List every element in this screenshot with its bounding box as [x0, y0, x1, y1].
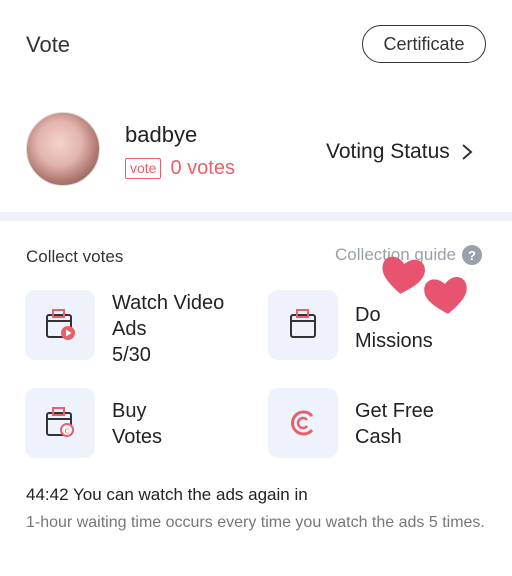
voting-status-link[interactable]: Voting Status: [326, 140, 474, 164]
video-ad-icon: [25, 290, 95, 360]
watch-video-ads-button[interactable]: Watch Video Ads 5/30: [25, 290, 252, 368]
certificate-button[interactable]: Certificate: [362, 25, 486, 63]
avatar: [26, 112, 100, 186]
collect-votes-header: Collect votes Collection guide ?: [0, 240, 512, 270]
vote-count-row: vote 0 votes: [125, 157, 235, 180]
collect-votes-title: Collect votes: [26, 247, 124, 266]
ad-timer-text: 44:42 You can watch the ads again in: [26, 485, 308, 504]
card-label: Do Missions: [355, 304, 433, 352]
question-icon: ?: [462, 245, 482, 265]
collection-guide-link[interactable]: Collection guide ?: [335, 245, 482, 265]
waiting-time-note: 1-hour waiting time occurs every time yo…: [26, 514, 485, 531]
buy-votes-icon: c: [25, 388, 95, 458]
profile-section: badbye vote 0 votes Voting Status: [0, 100, 512, 208]
section-divider: [0, 212, 512, 221]
card-label: Buy Votes: [112, 400, 163, 448]
vote-count: 0 votes: [170, 157, 235, 179]
card-label: Get Free Cash: [355, 400, 434, 448]
vote-badge: vote: [125, 158, 162, 179]
buy-votes-button[interactable]: c Buy Votes: [25, 388, 192, 458]
get-free-cash-button[interactable]: Get Free Cash: [268, 388, 465, 458]
do-missions-button[interactable]: Do Missions: [268, 290, 455, 360]
voting-status-label: Voting Status: [326, 140, 450, 163]
chevron-right-icon: [462, 144, 473, 160]
header: Vote Certificate: [0, 0, 512, 90]
collection-guide-label: Collection guide: [335, 245, 456, 264]
page-title: Vote: [26, 32, 71, 57]
ads-progress: 5/30: [112, 344, 151, 366]
card-label: Watch Video Ads: [112, 292, 225, 340]
missions-icon: [268, 290, 338, 360]
username: badbye: [125, 122, 198, 147]
free-cash-icon: [268, 388, 338, 458]
svg-text:c: c: [65, 427, 70, 437]
